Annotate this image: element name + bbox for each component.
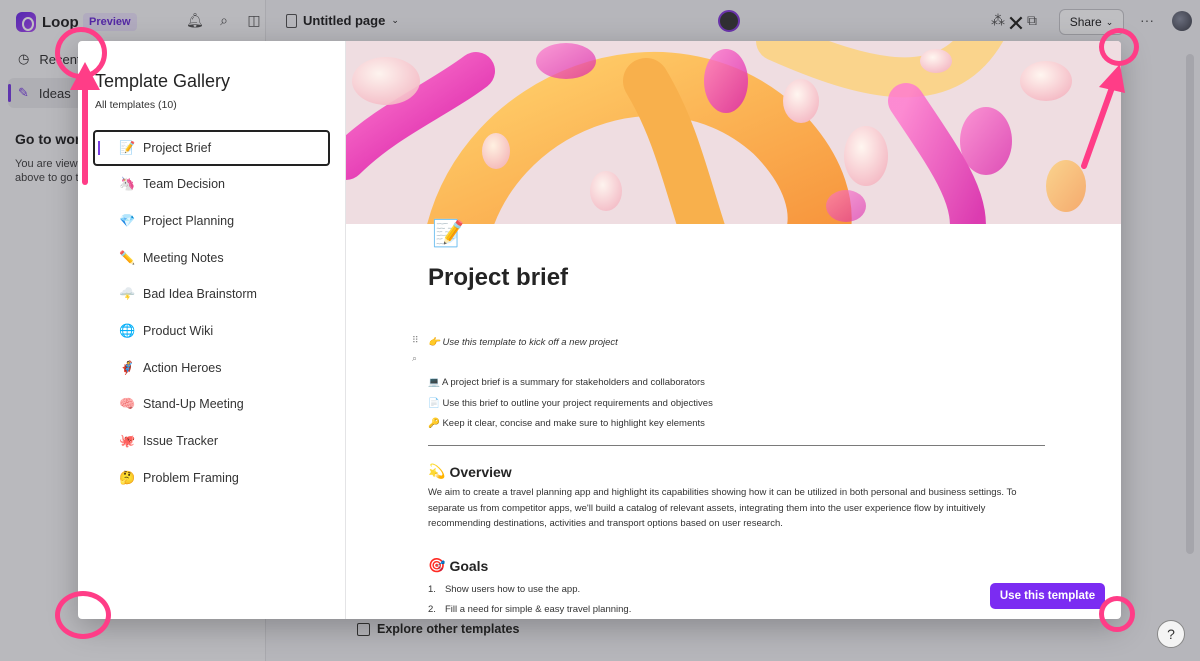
template-label: Product Wiki: [143, 324, 214, 339]
template-item-meeting-notes[interactable]: ✏️ Meeting Notes: [93, 239, 330, 276]
template-item-issue-tracker[interactable]: 🐙 Issue Tracker: [93, 423, 330, 460]
template-label: Team Decision: [143, 177, 225, 192]
template-item-product-wiki[interactable]: 🌐 Product Wiki: [93, 313, 330, 350]
close-icon[interactable]: ✕: [1004, 12, 1028, 36]
annotation-arrow-up-right-icon: [1081, 64, 1125, 169]
template-preview: 📝 Project brief ⠿ ⌕ 👉 Use this template t…: [346, 41, 1121, 619]
template-gallery-panel: Template Gallery All templates (10) 📝 Pro…: [78, 41, 346, 619]
document-emoji-icon: 📝: [432, 218, 465, 248]
list-text: Fill a need for simple & easy travel pla…: [444, 604, 632, 615]
heading-text: Goals: [449, 557, 489, 574]
template-item-problem-framing[interactable]: 🤔 Problem Framing: [93, 460, 330, 497]
goals-heading: 🎯 Goals: [428, 557, 488, 574]
template-item-project-brief[interactable]: 📝 Project Brief: [93, 130, 330, 166]
template-label: Project Brief: [143, 141, 212, 155]
list-number: 1.: [428, 584, 436, 595]
target-icon: 🎯: [428, 557, 446, 573]
list-number: 2.: [428, 604, 436, 615]
drag-handle-icon[interactable]: ⠿ ⌕: [412, 336, 419, 363]
template-label: Action Heroes: [143, 360, 222, 375]
template-emoji-icon: 🐙: [119, 433, 136, 449]
template-list: 📝 Project Brief 🦄 Team Decision 💎 Project Pla…: [93, 130, 330, 496]
gallery-title: Template Gallery: [95, 71, 231, 91]
intro-text: 👉 Use this template to kick off a new pr…: [428, 337, 618, 348]
template-label: Problem Framing: [143, 470, 239, 485]
template-item-team-decision[interactable]: 🦄 Team Decision: [93, 166, 330, 203]
template-icon: [357, 622, 370, 636]
template-label: Bad Idea Brainstorm: [143, 287, 257, 302]
list-item: 1. Show users how to use the app.: [428, 580, 631, 600]
template-emoji-icon: 🤔: [119, 469, 136, 485]
overview-heading: 💫 Overview: [428, 463, 512, 480]
goals-list: 1. Show users how to use the app. 2. Fill …: [428, 580, 631, 619]
template-item-project-planning[interactable]: 💎 Project Planning: [93, 203, 330, 240]
overview-text: We aim to create a travel planning app a…: [428, 487, 1017, 529]
template-item-bad-idea-brainstorm[interactable]: 🌩️ Bad Idea Brainstorm: [93, 276, 330, 313]
heading-text: Overview: [449, 463, 512, 480]
annotation-circle: [55, 591, 111, 639]
template-label: Project Planning: [143, 214, 235, 229]
template-emoji-icon: 🦄: [119, 176, 136, 192]
bullet-text: 🔑 Keep it clear, concise and make sure t…: [428, 418, 705, 429]
template-gallery-dialog: Template Gallery All templates (10) 📝 Pro…: [78, 41, 1121, 619]
document-title: Project brief: [428, 264, 569, 291]
template-item-stand-up-meeting[interactable]: 🧠 Stand-Up Meeting: [93, 386, 330, 423]
annotation-circle: [1099, 596, 1135, 632]
template-emoji-icon: 🦸: [119, 359, 136, 375]
annotation-arrow-up-icon: [70, 62, 100, 185]
template-emoji-icon: 🌩️: [119, 286, 136, 302]
hero-banner-image: [346, 41, 1121, 224]
template-label: Issue Tracker: [143, 434, 219, 449]
explore-label: Explore other templates: [377, 622, 520, 636]
template-emoji-icon: 🧠: [119, 396, 136, 412]
template-emoji-icon: 🌐: [119, 323, 136, 339]
template-emoji-icon: 💎: [119, 213, 136, 229]
explore-templates-link[interactable]: Explore other templates: [357, 622, 519, 636]
template-label: Stand-Up Meeting: [143, 397, 244, 412]
bullet-text: 📄 Use this brief to outline your project…: [428, 398, 713, 409]
template-label: Meeting Notes: [143, 250, 224, 265]
abstract-3d-shapes: [346, 41, 1121, 224]
divider: [428, 445, 1045, 446]
help-button[interactable]: ?: [1157, 620, 1185, 648]
list-text: Show users how to use the app.: [444, 584, 581, 595]
template-emoji-icon: ✏️: [119, 249, 136, 265]
template-item-action-heroes[interactable]: 🦸 Action Heroes: [93, 349, 330, 386]
dizzy-icon: 💫: [428, 463, 446, 479]
bullet-text: 💻 A project brief is a summary for stake…: [428, 377, 705, 388]
list-item: 2. Fill a need for simple & easy travel p…: [428, 600, 631, 619]
template-emoji-icon: 📝: [119, 140, 136, 155]
use-template-button[interactable]: Use this template: [990, 583, 1105, 609]
